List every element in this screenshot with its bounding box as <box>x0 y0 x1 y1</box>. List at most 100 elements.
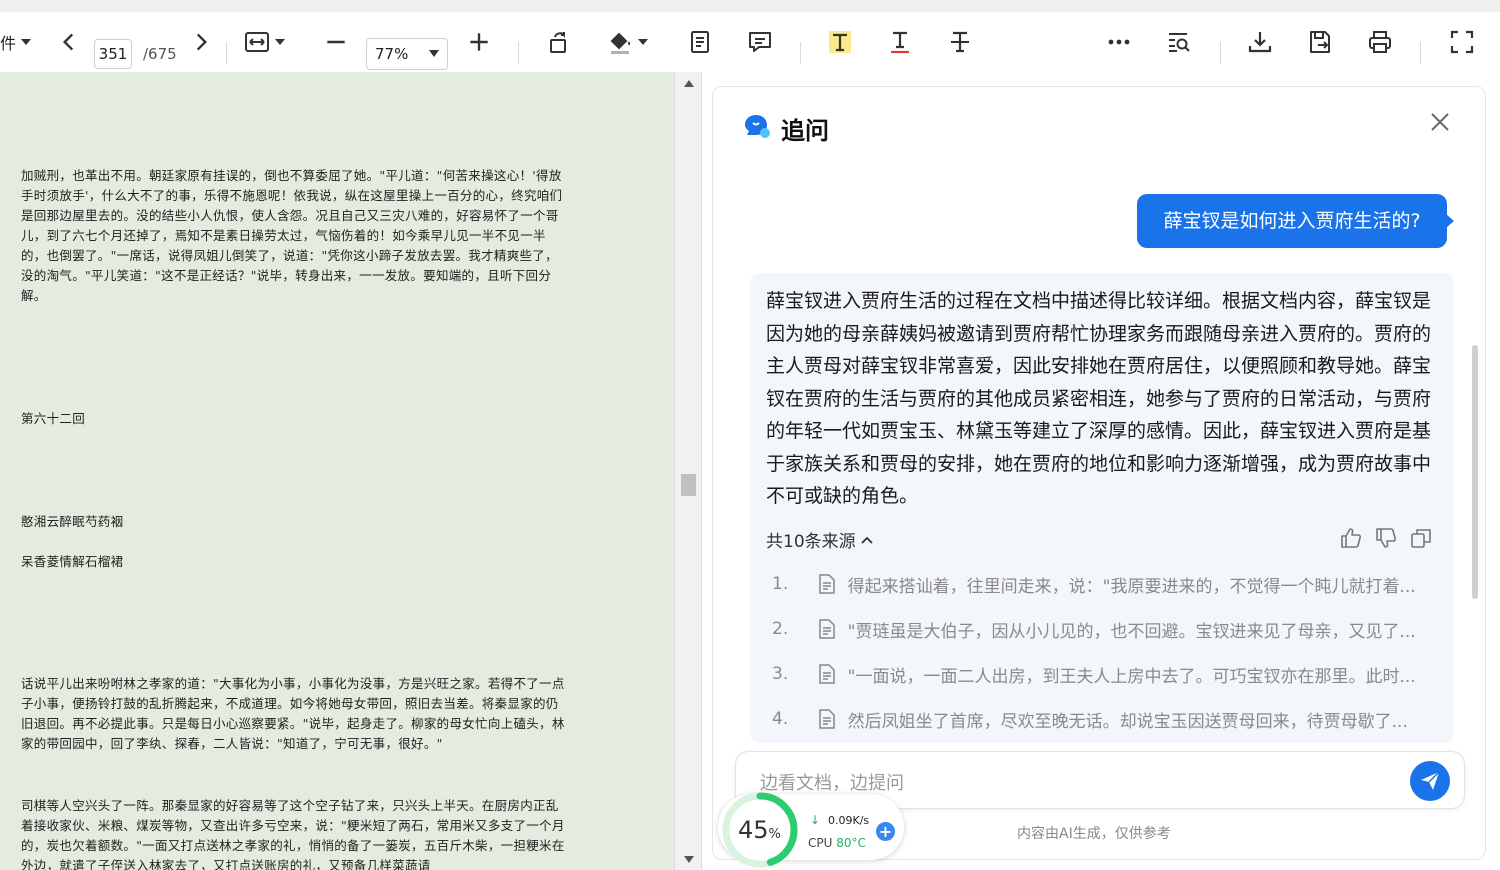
zoom-out-button[interactable] <box>322 24 350 60</box>
page-number-input[interactable]: 351 <box>94 39 132 69</box>
send-button[interactable] <box>1410 761 1450 801</box>
network-speed: 0.09K/s <box>828 814 870 827</box>
more-button[interactable] <box>1105 24 1133 60</box>
close-icon <box>1431 113 1449 131</box>
chapter-subtitle: 呆香菱情解石榴裙 <box>21 554 124 569</box>
comment-button[interactable] <box>746 24 774 60</box>
zoom-value: 77% <box>375 45 409 63</box>
underline-text-button[interactable] <box>886 24 914 60</box>
strikethrough-text-icon <box>951 31 969 53</box>
rotate-button[interactable] <box>545 24 573 60</box>
file-menu[interactable]: 件 <box>0 24 36 60</box>
comment-icon <box>749 32 771 52</box>
document-icon <box>818 574 848 594</box>
memory-percent-value: 45 <box>738 816 769 844</box>
percent-unit: % <box>768 827 781 842</box>
caret-down-icon <box>429 50 439 57</box>
system-monitor-widget[interactable]: 45% ↓ 0.09K/s CPU 80°C + <box>718 792 904 868</box>
chevron-left-icon <box>62 33 74 51</box>
divider <box>226 42 227 64</box>
source-text: 然后凤姐坐了首席，尽欢至晚无话。却说宝玉因送贾母回来，待贾母歇了... <box>847 711 1408 732</box>
source-item[interactable]: 2. "贾琏虽是大伯子，因从小儿见的，也不回避。宝钗进来见了母亲，又见了... <box>770 614 1430 644</box>
download-arrow-icon: ↓ <box>810 813 821 827</box>
copy-button[interactable] <box>1410 527 1432 549</box>
highlight-text-icon <box>829 31 851 53</box>
close-button[interactable] <box>1429 111 1451 133</box>
panel-scrollbar-thumb[interactable] <box>1472 345 1478 599</box>
rotate-icon <box>550 32 566 53</box>
source-item[interactable]: 3. "一面说，一面二人出房，到王夫人上房中去了。可巧宝钗亦在那里。此时... <box>770 659 1430 689</box>
divider <box>1220 42 1221 64</box>
copy-icon <box>1411 529 1431 548</box>
doc-paragraph: 司棋等人空兴头了一阵。那秦显家的好容易等了这个空子钻了来，只兴头上半天。在厨房内… <box>21 798 565 870</box>
download-button[interactable] <box>1246 24 1274 60</box>
highlight-text-button[interactable] <box>826 24 854 60</box>
scrollbar-thumb[interactable] <box>681 474 696 496</box>
next-page-button[interactable] <box>188 24 214 60</box>
strikethrough-text-button[interactable] <box>946 24 974 60</box>
user-question-bubble: 薛宝钗是如何进入贾府生活的? <box>1137 194 1454 248</box>
save-as-button[interactable] <box>1306 24 1334 60</box>
divider <box>1420 42 1421 64</box>
source-text: "贾琏虽是大伯子，因从小儿见的，也不回避。宝钗进来见了母亲，又见了... <box>847 621 1416 642</box>
sources-toggle[interactable]: 共10条来源 <box>766 527 874 552</box>
source-text: 得起来搭讪着，往里间走来，说："我原要进来的，不觉得一个盹儿就打着... <box>847 576 1416 597</box>
minus-icon <box>327 40 345 44</box>
chapter-subtitle: 憨湘云醉眠芍药裀 <box>21 514 124 529</box>
zoom-in-button[interactable] <box>465 24 493 60</box>
fit-width-button[interactable] <box>240 24 290 60</box>
plus-icon <box>470 33 488 51</box>
source-number: 3. <box>772 664 789 684</box>
page-view-button[interactable] <box>686 24 714 60</box>
thumbs-down-button[interactable] <box>1375 527 1397 549</box>
scroll-down-icon[interactable] <box>684 856 694 863</box>
save-icon <box>1310 31 1330 53</box>
search-text-button[interactable] <box>1165 24 1193 60</box>
monitor-expand-button[interactable]: + <box>876 822 895 841</box>
ai-answer-text: 薛宝钗进入贾府生活的过程在文档中描述得比较详细。根据文档内容，薛宝钗是因为她的母… <box>766 290 1432 507</box>
search-list-icon <box>1169 33 1190 52</box>
document-page: 加贼刑，也革出不用。朝廷家原有挂误的，倒也不算委屈了她。"平儿道："何苦来操这心… <box>0 72 674 870</box>
prev-page-button[interactable] <box>56 24 82 60</box>
caret-down-icon <box>275 39 285 45</box>
scroll-up-icon[interactable] <box>684 80 694 87</box>
sources-label: 共10条来源 <box>766 532 856 552</box>
page-total: /675 <box>143 45 177 63</box>
document-icon <box>818 664 848 684</box>
source-number: 1. <box>772 574 789 594</box>
ai-assistant-icon <box>745 115 770 138</box>
caret-down-icon <box>21 39 32 45</box>
document-icon <box>691 31 709 53</box>
chevron-right-icon <box>196 33 208 51</box>
fill-color-button[interactable] <box>605 24 651 60</box>
print-button[interactable] <box>1366 24 1394 60</box>
source-item[interactable]: 4. 然后凤姐坐了首席，尽欢至晚无话。却说宝玉因送贾母回来，待贾母歇了... <box>770 704 1430 734</box>
doc-paragraph: 加贼刑，也革出不用。朝廷家原有挂误的，倒也不算委屈了她。"平儿道："何苦来操这心… <box>21 168 563 303</box>
source-text: "一面说，一面二人出房，到王夫人上房中去了。可巧宝钗亦在那里。此时... <box>847 666 1416 687</box>
thumbs-up-button[interactable] <box>1340 527 1362 549</box>
document-scrollbar[interactable] <box>674 72 702 870</box>
document-icon <box>818 619 848 639</box>
cpu-info: CPU 80°C <box>808 836 866 850</box>
doc-paragraph: 话说平儿出来吩咐林之孝家的道："大事化为小事，小事化为没事，方是兴旺之家。若得不… <box>21 676 565 751</box>
divider <box>800 42 801 64</box>
thumbs-down-icon <box>1376 528 1396 548</box>
send-icon <box>1421 771 1440 790</box>
fullscreen-button[interactable] <box>1448 24 1476 60</box>
chapter-title: 第六十二回 <box>21 411 86 426</box>
source-item[interactable]: 1. 得起来搭讪着，往里间走来，说："我原要进来的，不觉得一个盹儿就打着... <box>770 569 1430 599</box>
ai-disclaimer: 内容由AI生成，仅供参考 <box>1017 826 1171 842</box>
fullscreen-icon <box>1450 30 1474 54</box>
ai-answer-card: 薛宝钗进入贾府生活的过程在文档中描述得比较详细。根据文档内容，薛宝钗是因为她的母… <box>750 273 1454 743</box>
underline-text-icon <box>891 31 909 54</box>
panel-title: 追问 <box>781 117 829 145</box>
fit-width-icon <box>245 32 269 52</box>
source-number: 2. <box>772 619 789 639</box>
toolbar: 件 351 /675 77% <box>0 0 1500 72</box>
printer-icon <box>1369 31 1391 53</box>
thumbs-up-icon <box>1341 528 1361 548</box>
document-icon <box>818 709 848 729</box>
cpu-label: CPU <box>808 836 833 850</box>
zoom-select[interactable]: 77% <box>366 38 448 70</box>
caret-down-icon <box>638 39 648 45</box>
